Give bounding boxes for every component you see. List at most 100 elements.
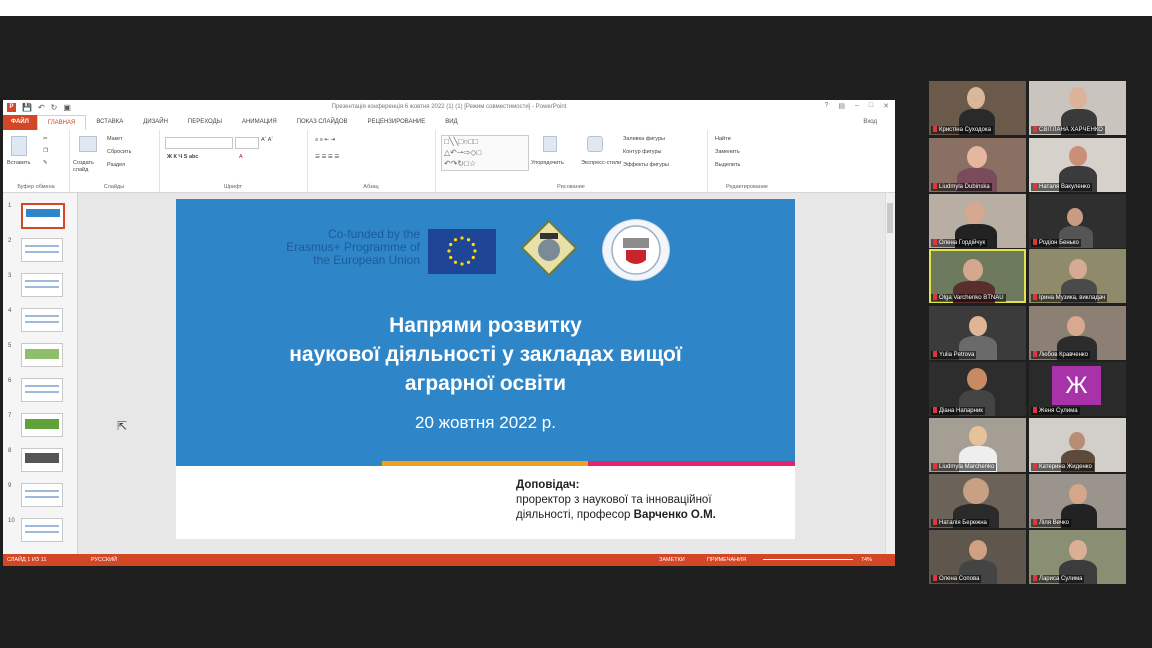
participant-name: Лариса Сулима <box>1039 576 1083 582</box>
tab-insert[interactable]: ВСТАВКА <box>86 115 133 130</box>
top-bar <box>0 0 1152 16</box>
new-slide-button[interactable]: Создать слайд <box>73 160 103 174</box>
slide-thumbnail-3[interactable] <box>21 273 63 297</box>
cut-icon[interactable]: ✂ <box>43 136 48 142</box>
participant-tile[interactable]: СВІТЛАНА ХАРЧЕНКО <box>1029 81 1126 135</box>
university-crest-logo <box>520 219 578 277</box>
participant-tile[interactable]: Родіон Бенько <box>1029 194 1126 248</box>
participant-name: Yulia Petrova <box>939 352 975 358</box>
slide-thumbnail-4[interactable] <box>21 308 63 332</box>
participant-tile[interactable]: Наталя Вакуленко <box>1029 138 1126 192</box>
ribbon-tabs: ФАЙЛ ГЛАВНАЯ ВСТАВКА ДИЗАЙН ПЕРЕХОДЫ АНИ… <box>3 115 895 130</box>
participant-tile[interactable]: Діана Напарник <box>929 362 1026 416</box>
slide-thumbnail-8[interactable] <box>21 448 63 472</box>
participant-tile[interactable]: Любов Кравченко <box>1029 306 1126 360</box>
participant-name: Діана Напарник <box>939 408 983 414</box>
slide-thumbnail-6[interactable] <box>21 378 63 402</box>
select-button[interactable]: Выделить <box>715 162 740 168</box>
close-icon[interactable]: ✕ <box>883 102 889 110</box>
slide-thumbnail-9[interactable] <box>21 483 63 507</box>
new-slide-icon[interactable] <box>79 136 97 152</box>
tab-transitions[interactable]: ПЕРЕХОДЫ <box>178 115 232 130</box>
window-controls: ? ▤ – □ ✕ <box>824 102 889 110</box>
participant-tile[interactable]: Лариса Сулима <box>1029 530 1126 584</box>
participant-name: Катерина Жиденко <box>1039 464 1092 470</box>
arrange-icon[interactable] <box>543 136 557 152</box>
stripe-orange <box>382 461 588 466</box>
tab-animation[interactable]: АНИМАЦИЯ <box>232 115 287 130</box>
document-title: Презентація конференція 6 жовтня 2022 (1… <box>331 104 567 110</box>
participant-name: Олена Гордійчук <box>939 240 986 246</box>
tab-view[interactable]: ВИД <box>435 115 467 130</box>
participant-tile[interactable]: Liudmyla Marchenko <box>929 418 1026 472</box>
participant-name: Наталя Вакуленко <box>1039 184 1091 190</box>
tab-design[interactable]: ДИЗАЙН <box>133 115 178 130</box>
tab-file[interactable]: ФАЙЛ <box>3 115 37 130</box>
slide-thumbnail-1[interactable] <box>21 203 65 229</box>
participant-tile-active-speaker[interactable]: Olga Varchenko BTNAU <box>929 249 1026 303</box>
help-icon[interactable]: ? <box>824 102 828 110</box>
align-icons[interactable]: ☰ ☰ ☰ ☰ <box>315 154 339 160</box>
eu-flag-logo <box>428 229 496 274</box>
slide-thumbnail-5[interactable] <box>21 343 63 367</box>
zoom-slider[interactable] <box>763 559 853 560</box>
list-icons[interactable]: ≡ ≡ ⇤ ⇥ <box>315 137 335 143</box>
participant-name: Олена Сопова <box>939 576 980 582</box>
maximize-icon[interactable]: □ <box>869 102 873 110</box>
slide-thumbnail-10[interactable] <box>21 518 63 542</box>
paste-icon[interactable] <box>11 136 27 156</box>
tab-review[interactable]: РЕЦЕНЗИРОВАНИЕ <box>358 115 436 130</box>
slide-thumbnail-2[interactable] <box>21 238 63 262</box>
participant-tile[interactable]: Liudmyla Dubinska <box>929 138 1026 192</box>
notes-button[interactable]: ЗАМЕТКИ <box>659 554 685 566</box>
participant-tile[interactable]: Кристіна Суходока <box>929 81 1026 135</box>
participant-tile[interactable]: Олена Гордійчук <box>929 194 1026 248</box>
participant-tile[interactable]: Наталія Бережна <box>929 474 1026 528</box>
copy-icon[interactable]: ❐ <box>43 148 48 154</box>
shape-outline-button[interactable]: Контур фигуры <box>623 149 661 155</box>
slide-header-band: Co-funded by the Erasmus+ Programme of t… <box>176 199 795 461</box>
ribbon-options-icon[interactable]: ▤ <box>838 102 845 110</box>
slide-thumbnail-7[interactable] <box>21 413 63 437</box>
participant-tile[interactable]: Ліля Вечко <box>1029 474 1126 528</box>
find-button[interactable]: Найти <box>715 136 731 142</box>
status-bar: СЛАЙД 1 ИЗ 11 РУССКИЙ ЗАМЕТКИ ПРИМЕЧАНИЯ… <box>3 554 895 566</box>
font-grow-icon[interactable]: Aˆ Aˇ <box>261 137 273 143</box>
speaker-line-2: діяльності, професор <box>516 509 631 521</box>
participant-tile[interactable]: Олена Сопова <box>929 530 1026 584</box>
reset-button[interactable]: Сбросить <box>107 149 131 155</box>
shapes-gallery[interactable]: □╲╲□○□□ △↶⇀⇨◇□ ↶↷↻□☆ <box>441 135 529 171</box>
participant-name: Liudmyla Dubinska <box>939 184 990 190</box>
tab-slideshow[interactable]: ПОКАЗ СЛАЙДОВ <box>287 115 358 130</box>
language-indicator[interactable]: РУССКИЙ <box>91 554 117 566</box>
quick-styles-icon[interactable] <box>587 136 603 152</box>
arrange-button[interactable]: Упорядочить <box>531 160 564 166</box>
participant-tile[interactable]: Ірина Музика, викладач <box>1029 249 1126 303</box>
section-button[interactable]: Раздел <box>107 162 125 168</box>
comments-button[interactable]: ПРИМЕЧАНИЯ <box>707 554 746 566</box>
font-style-buttons[interactable]: Ж К Ч S abc <box>167 154 198 160</box>
quick-styles-button[interactable]: Экспресс-стили <box>581 160 621 166</box>
speaker-label: Доповідач: <box>516 479 580 491</box>
slide-canvas[interactable]: Co-funded by the Erasmus+ Programme of t… <box>176 199 795 539</box>
participant-tile[interactable]: Yulia Petrova <box>929 306 1026 360</box>
editor-scrollbar[interactable] <box>885 193 895 554</box>
sign-in-link[interactable]: Вход <box>863 119 877 125</box>
participant-tile[interactable]: Ж Женя Сулима <box>1029 362 1126 416</box>
group-paragraph: ≡ ≡ ⇤ ⇥ ☰ ☰ ☰ ☰ Абзац <box>307 130 436 192</box>
font-color-icon[interactable]: A <box>239 154 243 160</box>
tab-home[interactable]: ГЛАВНАЯ <box>36 115 87 130</box>
font-size-select[interactable] <box>235 137 259 149</box>
shape-effects-button[interactable]: Эффекты фигуры <box>623 162 669 168</box>
layout-button[interactable]: Макет <box>107 136 123 142</box>
paste-button[interactable]: Вставить <box>7 160 30 166</box>
format-painter-icon[interactable]: ✎ <box>43 160 48 166</box>
thumb-number: 1 <box>8 203 12 209</box>
thumb-number: 5 <box>8 343 12 349</box>
minimize-icon[interactable]: – <box>855 102 859 110</box>
replace-button[interactable]: Заменить <box>715 149 740 155</box>
shape-fill-button[interactable]: Заливка фигуры <box>623 136 665 142</box>
zoom-level[interactable]: 74% <box>861 554 872 566</box>
participant-tile[interactable]: Катерина Жиденко <box>1029 418 1126 472</box>
font-family-select[interactable] <box>165 137 233 149</box>
